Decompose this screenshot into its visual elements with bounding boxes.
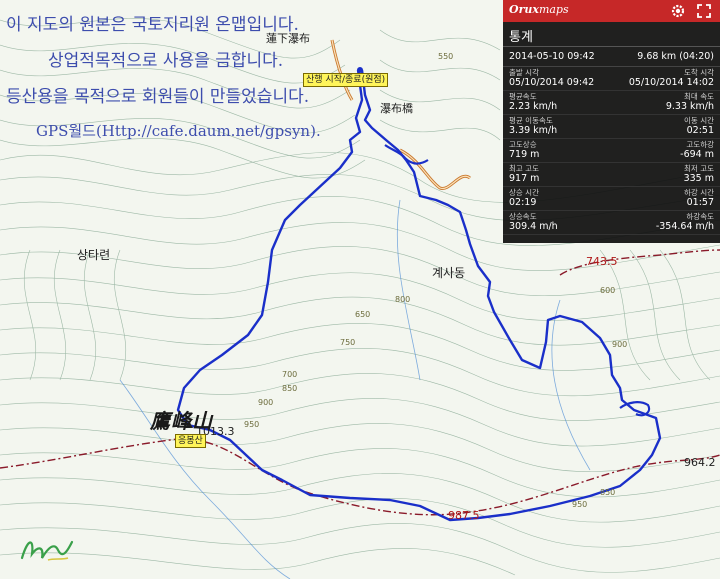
stat-left: 최고 고도 917 m — [509, 164, 539, 185]
stat-row: 최고 고도 917 m 최저 고도 335 m — [503, 163, 720, 187]
stat-row: 평균 이동속도 3.39 km/h 이동 시간 02:51 — [503, 115, 720, 139]
stat-row: 출발 시각 05/10/2014 09:42 도착 시각 05/10/2014 14:… — [503, 67, 720, 91]
summary-distance: 9.68 km (04:20) — [637, 51, 714, 62]
summary-start: 2014-05-10 09:42 — [509, 51, 595, 62]
stats-list: 출발 시각 05/10/2014 09:42 도착 시각 05/10/2014 14:… — [503, 67, 720, 235]
stat-left: 평균 이동속도 3.39 km/h — [509, 116, 557, 137]
contour-label: 550 — [438, 52, 454, 61]
stat-left: 상승속도 309.4 m/h — [509, 212, 558, 233]
author-signature — [20, 540, 74, 561]
stat-value: 02:19 — [509, 197, 537, 208]
topographic-map[interactable]: 이 지도의 원본은 국토지리원 온맵입니다. 상업적목적으로 사용을 금합니다.… — [0, 0, 720, 579]
contour-label: 750 — [340, 338, 356, 347]
lotus-waterfall-label: 蓮下瀑布 — [266, 32, 310, 45]
stat-label: 도착 시각 — [684, 68, 714, 77]
stat-left: 출발 시각 05/10/2014 09:42 — [509, 68, 594, 89]
watermark-line-1: 이 지도의 원본은 국토지리원 온맵입니다. — [6, 15, 299, 35]
stat-value: 9.33 km/h — [665, 101, 714, 112]
stat-right: 고도하강 -694 m — [680, 140, 714, 161]
stat-value: 2.23 km/h — [509, 101, 558, 112]
stat-label: 고도상승 — [509, 140, 537, 149]
contour-label: 850 — [600, 488, 616, 497]
stat-label: 이동 시간 — [684, 116, 714, 125]
contour-label: 650 — [355, 310, 371, 319]
stat-label: 평균 이동속도 — [509, 116, 553, 125]
oruxmaps-stats-panel: Oruxmaps 통계 2014-05-10 09:42 9.68 km (04… — [503, 0, 720, 243]
stat-value: 335 m — [683, 173, 714, 184]
contour-label: 950 — [244, 420, 260, 429]
contour-label: 850 — [282, 384, 298, 393]
start-end-tag[interactable]: 산행 시작/종료(원점) — [303, 73, 389, 87]
stat-right: 하강속도 -354.64 m/h — [656, 212, 714, 233]
stat-left: 상승 시간 02:19 — [509, 188, 539, 209]
stat-value: 02:51 — [686, 125, 714, 136]
stat-label: 상승 시간 — [509, 188, 539, 197]
stat-value: 917 m — [509, 173, 540, 184]
village-gyesadong-label: 계사동 — [432, 266, 466, 280]
waterfall-bridge-label: 瀑布橋 — [380, 102, 413, 115]
stat-right: 최대 속도 9.33 km/h — [666, 92, 714, 113]
stat-label: 출발 시각 — [509, 68, 539, 77]
oruxmaps-logo: Oruxmaps — [509, 3, 569, 16]
village-sangtaryeon-label: 상타련 — [77, 248, 111, 262]
stat-value: 309.4 m/h — [509, 221, 558, 232]
stat-value: 719 m — [509, 149, 540, 160]
stat-label: 최대 속도 — [684, 92, 714, 101]
contour-label: 900 — [612, 340, 628, 349]
stat-left: 고도상승 719 m — [509, 140, 539, 161]
contour-label: 800 — [395, 295, 411, 304]
elevation-964: 964.2 — [684, 456, 716, 469]
logo-suffix: maps — [538, 3, 569, 16]
watermark-line-2: 상업적목적으로 사용을 금합니다. — [48, 51, 284, 71]
contour-label: 900 — [258, 398, 274, 407]
stat-right: 최저 고도 335 m — [684, 164, 714, 185]
contour-label: 700 — [282, 370, 298, 379]
stat-label: 고도하강 — [686, 140, 714, 149]
contour-label: 600 — [600, 286, 616, 295]
panel-top-bar: Oruxmaps — [503, 0, 720, 22]
stat-value: -354.64 m/h — [655, 221, 714, 232]
elevation-743: 743.5 — [586, 255, 618, 268]
stat-label: 최저 고도 — [684, 164, 714, 173]
gear-icon[interactable] — [670, 3, 686, 19]
stat-right: 이동 시간 02:51 — [684, 116, 714, 137]
logo-prefix: Orux — [509, 3, 539, 16]
stat-value: 3.39 km/h — [509, 125, 558, 136]
stat-row: 고도상승 719 m 고도하강 -694 m — [503, 139, 720, 163]
stat-right: 하강 시간 01:57 — [684, 188, 714, 209]
stat-row: 평균속도 2.23 km/h 최대 속도 9.33 km/h — [503, 91, 720, 115]
stat-left: 평균속도 2.23 km/h — [509, 92, 557, 113]
watermark-line-3: 등산용을 목적으로 회원들이 만들었습니다. — [6, 87, 310, 107]
peak-tag[interactable]: 응봉산 — [175, 434, 206, 448]
contour-label: 950 — [572, 500, 588, 509]
track-summary: 2014-05-10 09:42 9.68 km (04:20) — [503, 47, 720, 67]
stat-row: 상승 시간 02:19 하강 시간 01:57 — [503, 187, 720, 211]
stat-row: 상승속도 309.4 m/h 하강속도 -354.64 m/h — [503, 211, 720, 235]
stat-value: -694 m — [680, 149, 714, 160]
panel-title: 통계 — [503, 22, 720, 47]
stat-value: 01:57 — [686, 197, 714, 208]
watermark-line-4: GPS월드(Http://cafe.daum.net/gpsyn). — [36, 122, 321, 140]
stat-label: 하강속도 — [686, 212, 714, 221]
stat-label: 하강 시간 — [684, 188, 714, 197]
expand-icon[interactable] — [696, 3, 712, 19]
elevation-987: 987.5 — [448, 509, 480, 522]
stat-label: 최고 고도 — [509, 164, 539, 173]
stat-label: 상승속도 — [509, 212, 537, 221]
stat-value: 05/10/2014 09:42 — [509, 77, 595, 88]
stat-value: 05/10/2014 14:02 — [628, 77, 714, 88]
stat-label: 평균속도 — [509, 92, 537, 101]
stat-right: 도착 시각 05/10/2014 14:02 — [629, 68, 714, 89]
